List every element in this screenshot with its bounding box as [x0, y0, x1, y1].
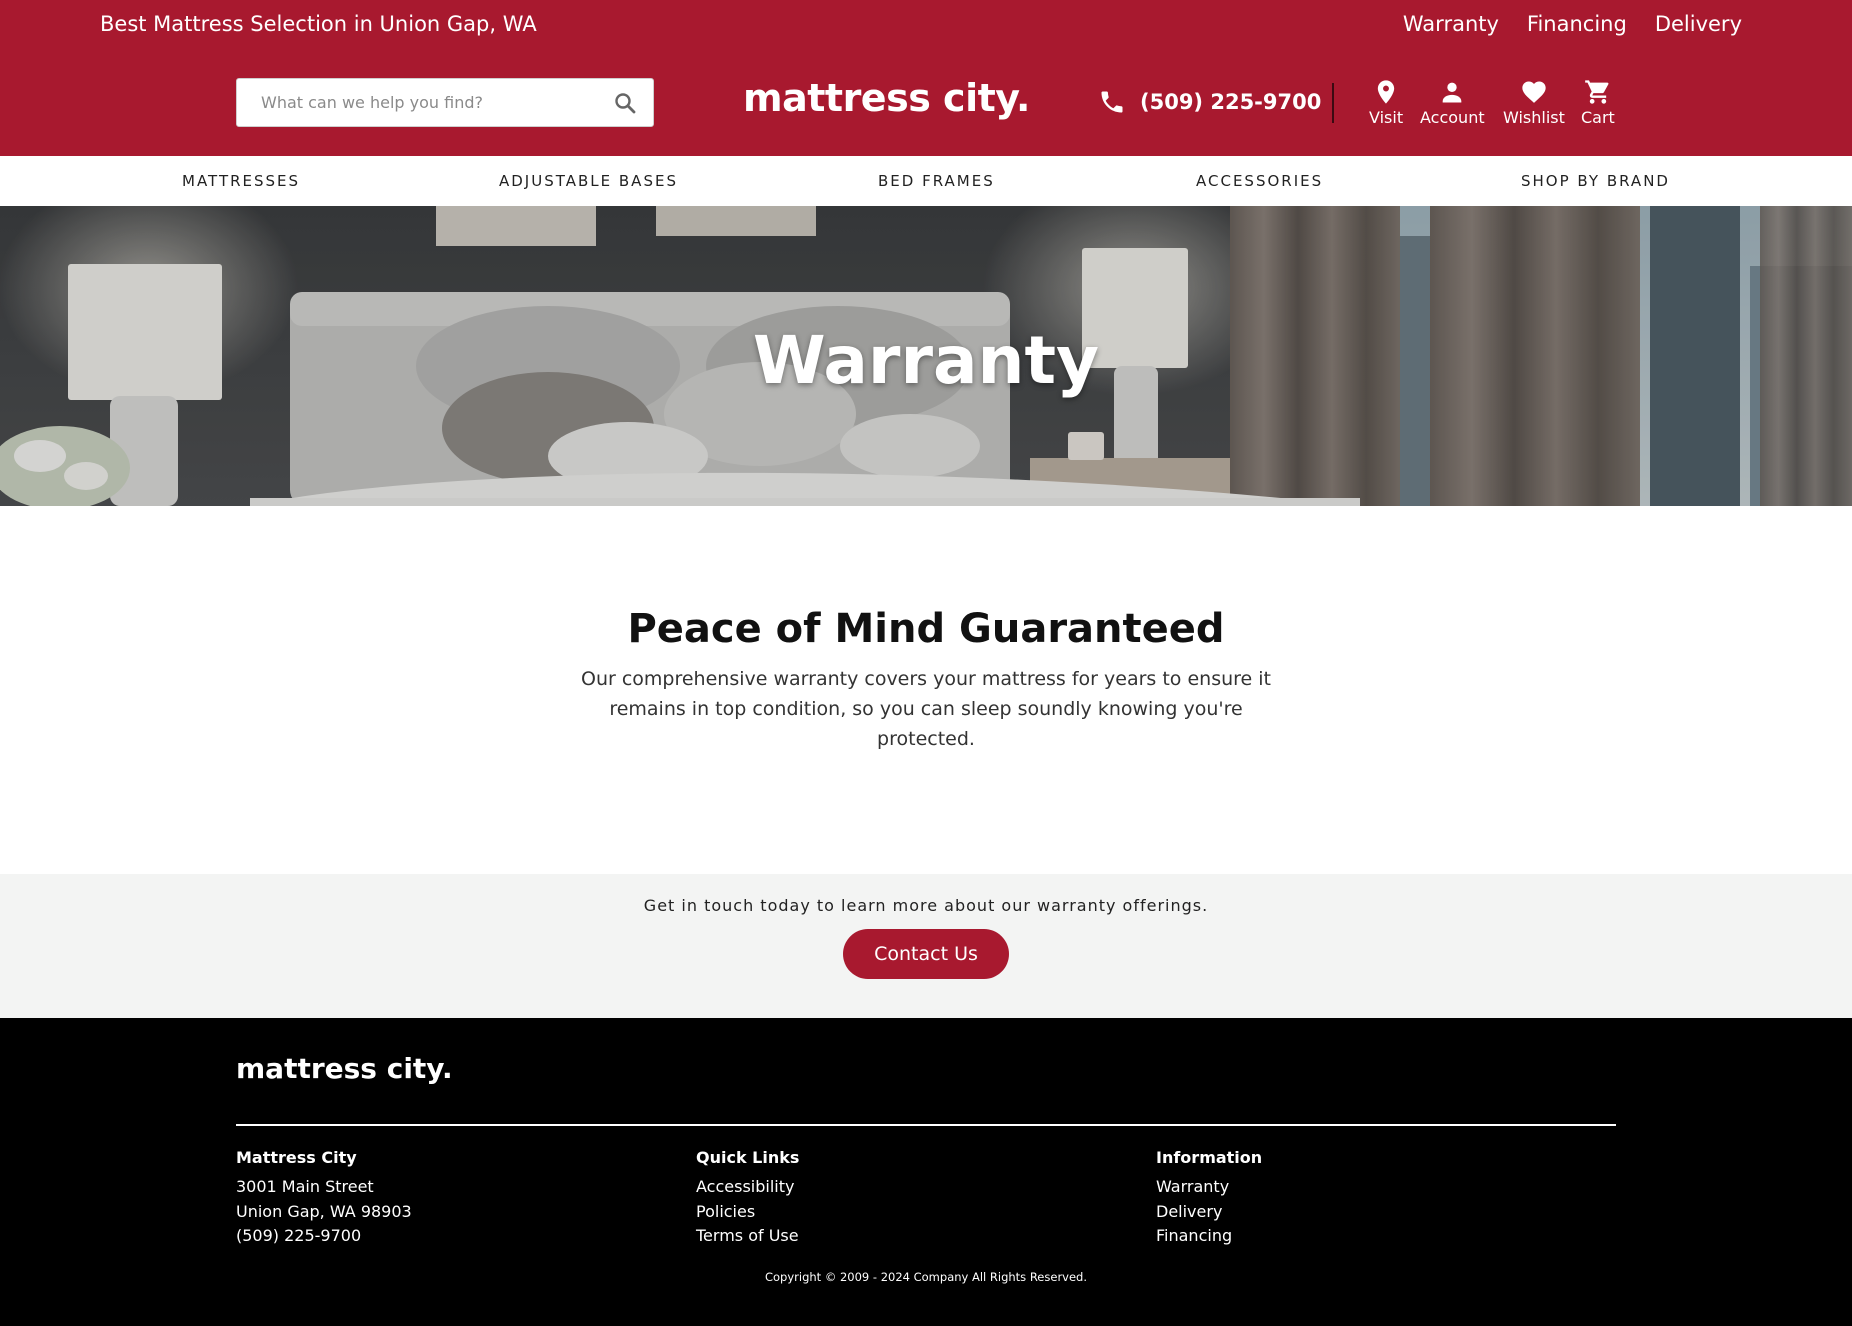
nav-item-accessories[interactable]: ACCESSORIES: [1196, 172, 1323, 190]
search-box: [236, 78, 654, 127]
hero-banner: Warranty: [0, 206, 1852, 506]
map-pin-icon: [1377, 80, 1395, 104]
cta-band: Get in touch today to learn more about o…: [0, 874, 1852, 1018]
intro-text: Our comprehensive warranty covers your m…: [580, 668, 1271, 750]
topbar-link-warranty[interactable]: Warranty: [1403, 12, 1499, 36]
heart-icon: [1522, 81, 1546, 103]
footer-divider: [236, 1124, 1616, 1126]
nav-item-adjustable-bases[interactable]: ADJUSTABLE BASES: [499, 172, 678, 190]
hero-title: Warranty: [752, 322, 1100, 399]
topbar-link-financing[interactable]: Financing: [1527, 12, 1627, 36]
search-input[interactable]: [237, 79, 597, 126]
wishlist-link[interactable]: Wishlist: [1503, 78, 1565, 127]
footer-phone[interactable]: (509) 225-9700: [236, 1224, 412, 1249]
visit-label: Visit: [1369, 108, 1404, 127]
footer-link-accessibility[interactable]: Accessibility: [696, 1175, 799, 1200]
footer-column-title: Information: [1156, 1148, 1263, 1167]
person-icon: [1442, 82, 1462, 103]
topbar-links: Warranty Financing Delivery: [1403, 12, 1742, 36]
contact-us-button[interactable]: Contact Us: [843, 929, 1009, 979]
site-logo[interactable]: mattress city.: [743, 76, 1030, 120]
site-footer: mattress city. Mattress City 3001 Main S…: [0, 1018, 1852, 1326]
footer-column-quick-links: Quick Links Accessibility Policies Terms…: [696, 1148, 799, 1249]
footer-link-warranty[interactable]: Warranty: [1156, 1175, 1262, 1200]
footer-link-delivery[interactable]: Delivery: [1156, 1200, 1262, 1225]
cart-link[interactable]: Cart: [1581, 78, 1615, 127]
footer-address-city: Union Gap, WA 98903: [236, 1201, 412, 1221]
footer-logo[interactable]: mattress city.: [236, 1052, 453, 1085]
phone-link[interactable]: (509) 225-9700: [1098, 88, 1321, 116]
topbar-tagline: Best Mattress Selection in Union Gap, WA: [100, 12, 537, 36]
site-header: Best Mattress Selection in Union Gap, WA…: [0, 0, 1852, 156]
phone-icon: [1101, 91, 1123, 113]
nav-item-bed-frames[interactable]: BED FRAMES: [878, 172, 995, 190]
cta-text: Get in touch today to learn more about o…: [643, 896, 1209, 915]
nav-item-shop-by-brand[interactable]: SHOP BY BRAND: [1521, 172, 1670, 190]
footer-address-street: 3001 Main Street: [236, 1177, 374, 1196]
phone-number: (509) 225-9700: [1140, 90, 1322, 114]
cart-label: Cart: [1581, 108, 1615, 127]
visit-link[interactable]: Visit: [1369, 78, 1403, 127]
footer-link-terms-of-use[interactable]: Terms of Use: [696, 1224, 799, 1249]
footer-column-information: Information Warranty Delivery Financing: [1156, 1148, 1262, 1249]
search-icon[interactable]: [613, 91, 637, 115]
main-nav: MATTRESSES ADJUSTABLE BASES BED FRAMES A…: [0, 156, 1852, 206]
wishlist-label: Wishlist: [1503, 108, 1565, 127]
footer-column-title: Quick Links: [696, 1148, 800, 1167]
footer-link-policies[interactable]: Policies: [696, 1200, 799, 1225]
nav-item-mattresses[interactable]: MATTRESSES: [182, 172, 300, 190]
header-divider: [1332, 83, 1334, 123]
account-label: Account: [1420, 108, 1485, 127]
topbar-link-delivery[interactable]: Delivery: [1655, 12, 1742, 36]
cart-icon: [1585, 80, 1609, 104]
footer-column-company: Mattress City 3001 Main Street Union Gap…: [236, 1148, 412, 1249]
footer-column-title: Mattress City: [236, 1148, 357, 1167]
account-link[interactable]: Account: [1420, 78, 1485, 127]
footer-link-financing[interactable]: Financing: [1156, 1224, 1262, 1249]
copyright-text: Copyright © 2009 - 2024 Company All Righ…: [764, 1270, 1088, 1284]
intro-heading: Peace of Mind Guaranteed: [627, 606, 1225, 652]
